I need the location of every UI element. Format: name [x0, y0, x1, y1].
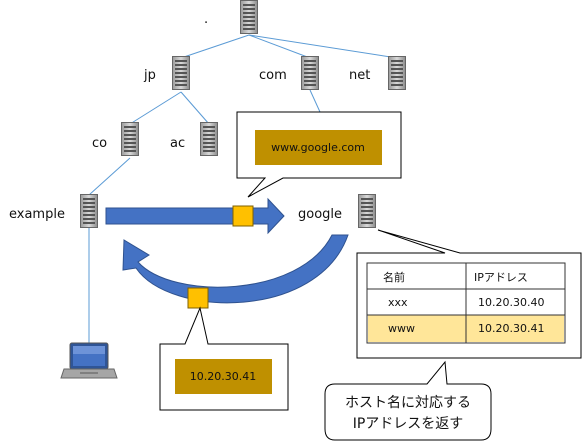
note-line-2: IPアドレスを返す — [353, 416, 464, 432]
example-server-icon — [80, 194, 98, 228]
jp-server-icon — [172, 56, 190, 90]
node-label-co: co — [92, 136, 107, 151]
table-header-ip: IPアドレス — [474, 271, 528, 284]
ac-server-icon — [200, 122, 218, 156]
table-header-name: 名前 — [383, 270, 405, 284]
answer-label: 10.20.30.41 — [190, 370, 256, 383]
node-label-google: google — [298, 207, 342, 222]
table-cell-ip: 10.20.30.41 — [478, 322, 544, 335]
table-cell-name: www — [388, 322, 415, 335]
response-packet-icon — [187, 287, 209, 309]
node-label-example: example — [9, 207, 65, 222]
root-server-icon — [240, 0, 258, 34]
com-server-icon — [301, 56, 319, 90]
co-server-icon — [121, 122, 139, 156]
table-cell-ip: 10.20.30.40 — [478, 296, 544, 309]
request-arrow — [105, 197, 285, 235]
node-label-ac: ac — [170, 136, 185, 151]
query-label: www.google.com — [271, 141, 365, 154]
note-line-1: ホスト名に対応する — [345, 395, 471, 411]
google-server-icon — [358, 194, 376, 228]
node-label-root: . — [204, 12, 208, 27]
net-server-icon — [388, 56, 406, 90]
dns-table: 名前 IPアドレス xxx 10.20.30.40 www 10.20.30.4… — [366, 262, 566, 344]
table-cell-name: xxx — [388, 296, 408, 309]
request-packet-icon — [232, 205, 254, 227]
laptop-icon — [60, 342, 118, 379]
node-label-jp: jp — [143, 68, 156, 83]
dns-diagram: . jp com net co ac example google www.go… — [9, 0, 582, 441]
node-label-com: com — [259, 68, 287, 83]
node-label-net: net — [349, 68, 370, 83]
response-arrow — [122, 234, 349, 304]
